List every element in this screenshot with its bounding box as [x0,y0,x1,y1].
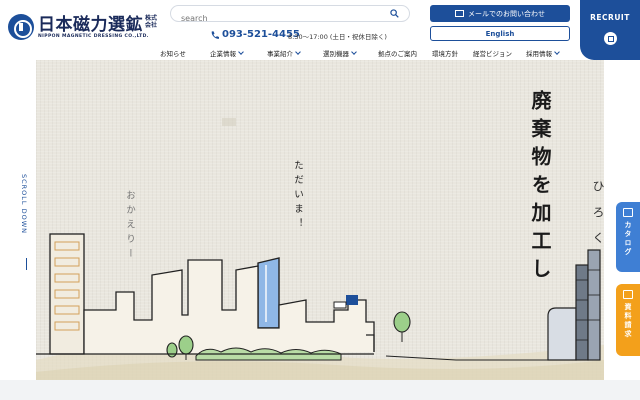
logo-kabushiki: 株式会社 [145,15,158,29]
chevron-down-icon [351,48,357,55]
document-request-tab[interactable]: 資料請求 [616,284,640,356]
book-icon [623,208,633,217]
search-icon[interactable] [390,9,399,18]
recruit-button[interactable]: RECRUIT [580,0,640,60]
mail-button-label: メールでのお問い合わせ [468,9,545,18]
mail-contact-button[interactable]: メールでのお問い合わせ [430,5,570,22]
catalog-tab[interactable]: カタログ [616,202,640,272]
nav-item-environment[interactable]: 環境方針 [432,46,473,60]
nav-item-news[interactable]: お知らせ [160,46,210,60]
business-hours: 8:30〜17:00 (土日・祝休日除く) [288,33,387,41]
english-button[interactable]: English [430,26,570,41]
hero-headline: 廃棄物を加工し [528,90,552,286]
logo-mark-icon [8,14,34,40]
envelope-icon [623,290,633,299]
mail-icon [455,10,464,17]
search-box [170,5,410,26]
document-request-label: 資料請求 [624,303,632,339]
nav-item-equipment[interactable]: 選別機器 [323,46,378,60]
page-footer-strip [0,380,640,400]
scroll-down-label[interactable]: SCROLL DOWN [20,174,28,234]
catalog-tab-label: カタログ [624,221,632,257]
nav-item-recruit[interactable]: 採用情報 [526,46,576,60]
nav-item-locations[interactable]: 拠点のご案内 [378,46,432,60]
search-input[interactable] [171,11,371,26]
speech-okaeri: おかえりー [124,190,135,263]
chevron-down-icon [238,48,244,55]
logo-name-jp: 日本磁力選鉱 [38,15,143,35]
site-header: 日本磁力選鉱 株式会社 NIPPON MAGNETIC DRESSING CO.,… [0,0,640,60]
logo-name-en: NIPPON MAGNETIC DRESSING CO.,LTD. [38,34,149,39]
speech-tadaima: ただいま！ [292,160,303,233]
phone-contact[interactable]: 093-521-4455 [210,29,300,40]
chevron-down-icon [295,48,301,55]
hero-subtext: ひ ろ く [591,180,604,249]
nav-item-business[interactable]: 事業紹介 [267,46,323,60]
nav-item-vision[interactable]: 経営ビジョン [473,46,526,60]
scroll-indicator-line [26,258,27,270]
hero-illustration: 廃棄物を加工し ひ ろ く ただいま！ おかえりー [36,60,604,380]
recruit-label: RECRUIT [590,13,630,22]
chevron-down-icon [554,48,560,55]
main-nav: お知らせ 企業情報 事業紹介 選別機器 拠点のご案内 環境方針 経営ビジョン 採… [160,46,576,60]
company-logo[interactable]: 日本磁力選鉱 株式会社 NIPPON MAGNETIC DRESSING CO.,… [8,14,159,40]
nav-item-company[interactable]: 企業情報 [210,46,267,60]
external-link-icon [604,32,617,45]
phone-icon [211,30,219,39]
